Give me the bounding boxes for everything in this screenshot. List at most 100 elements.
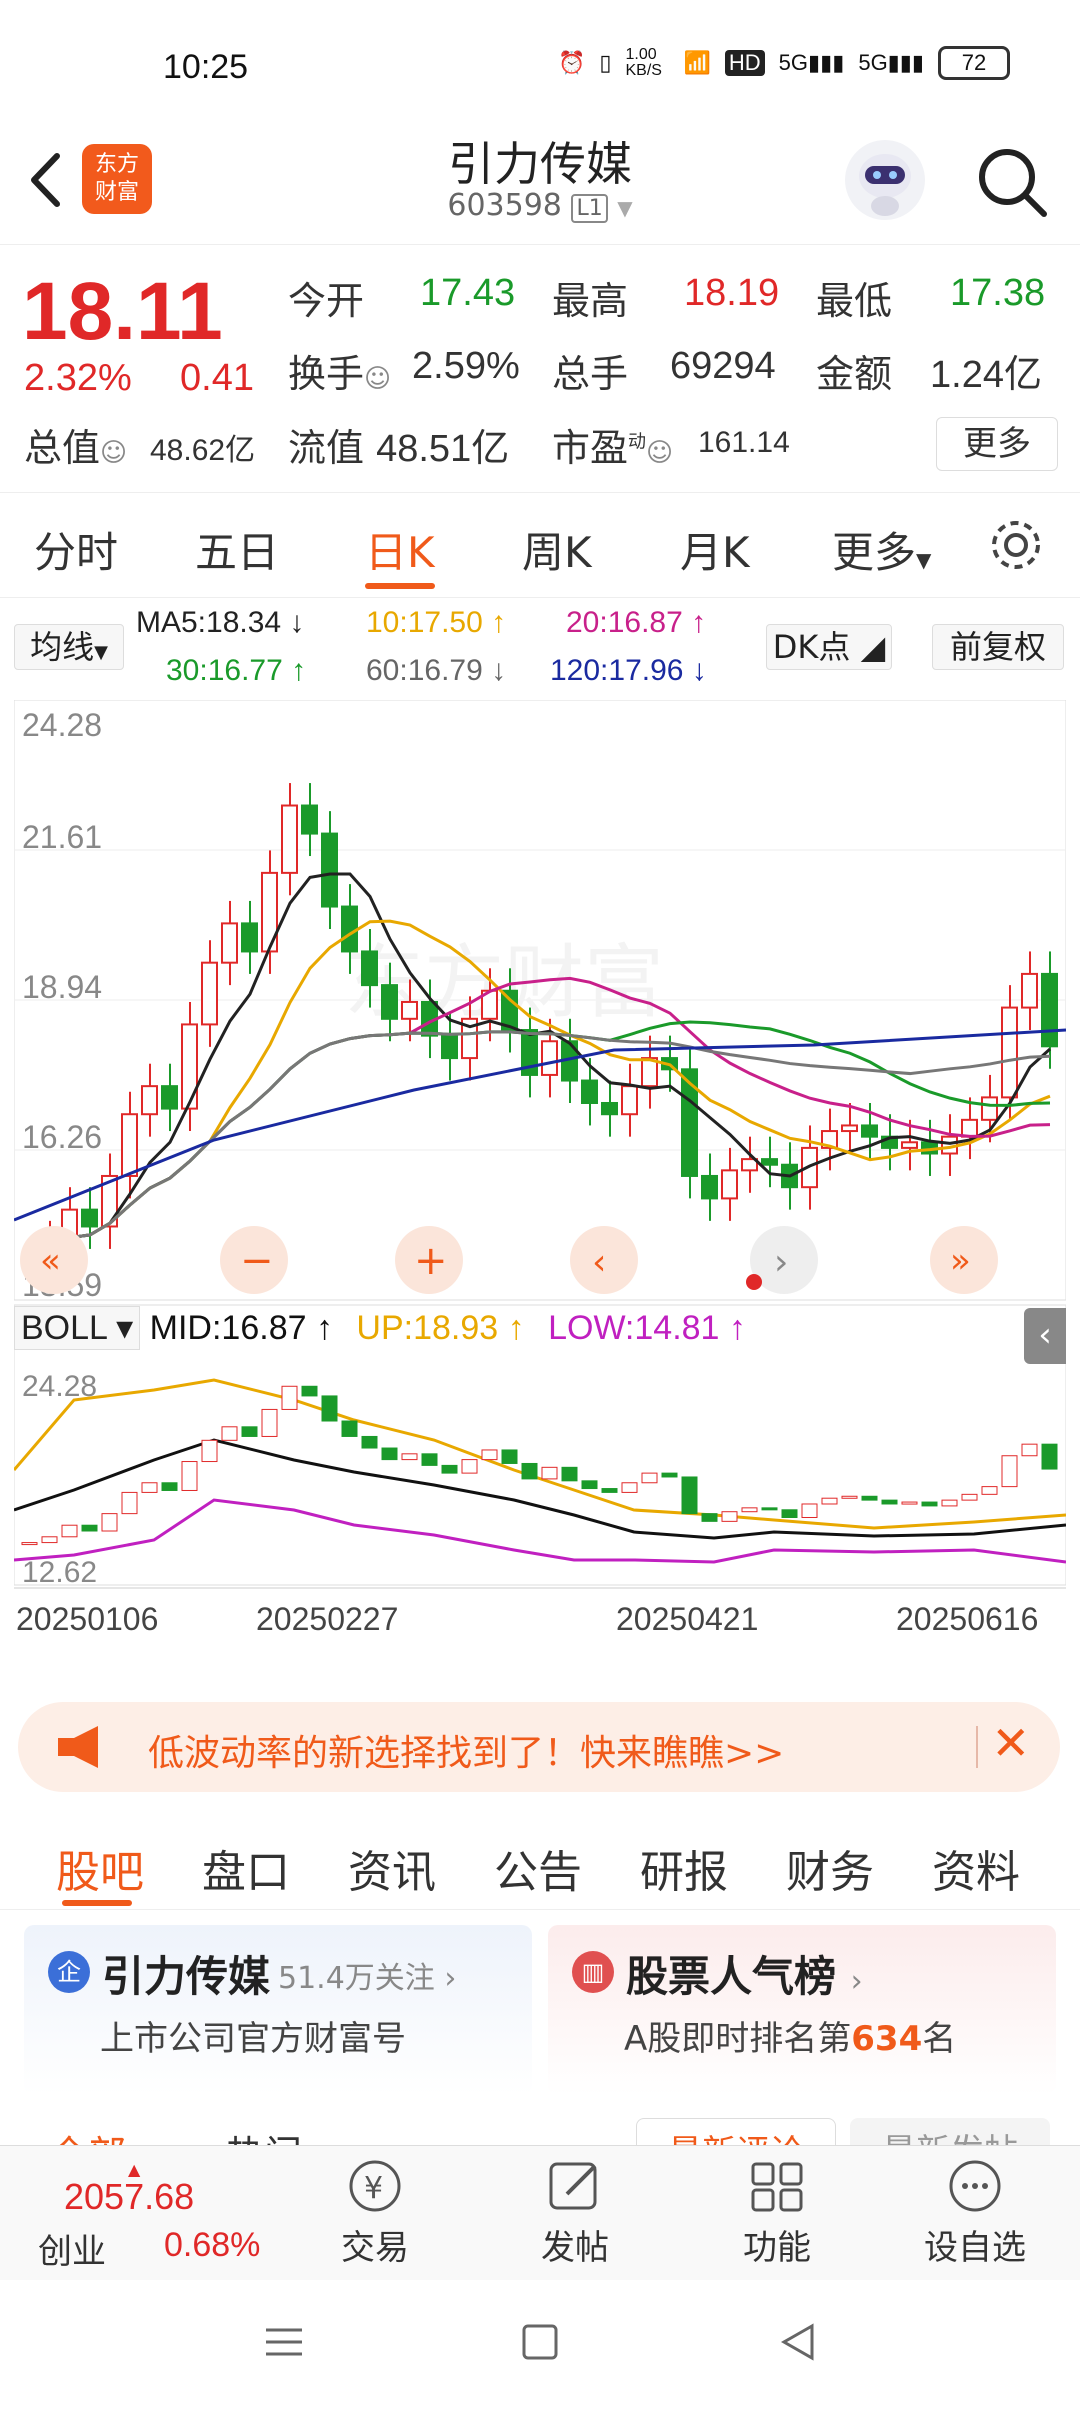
candle — [141, 1085, 158, 1116]
candlestick-chart[interactable]: 24.28 21.61 18.94 16.26 13.59 东方财富 « − +… — [14, 700, 1066, 1675]
boll-candle — [821, 1497, 838, 1505]
candle — [401, 1000, 418, 1020]
indicator-type-select[interactable]: 均线▼ — [14, 624, 124, 670]
more-dots-icon — [949, 2160, 1001, 2212]
turnover-field[interactable]: 换手☺ — [288, 343, 391, 398]
tab-announcements[interactable]: 公告 — [494, 1836, 582, 1900]
promo-banner[interactable]: 低波动率的新选择找到了！快来瞧瞧>> ✕ — [18, 1702, 1060, 1792]
svg-text:¥: ¥ — [364, 2171, 383, 2206]
boll-candle — [341, 1420, 358, 1437]
tab-weekly-k[interactable]: 周K — [522, 519, 592, 580]
company-icon: 企 — [48, 1951, 90, 1993]
boll-candle — [381, 1447, 398, 1461]
last-price: 18.11 — [22, 266, 223, 357]
tab-research[interactable]: 研报 — [640, 1836, 728, 1900]
boll-candle — [981, 1486, 998, 1495]
boll-candle — [961, 1493, 978, 1501]
boll-candle — [41, 1536, 58, 1544]
signal2-icon: 5G▮▮▮ — [858, 50, 924, 75]
index-percent: 0.68% — [164, 2226, 261, 2264]
company-account-title: 引力传媒 — [102, 1952, 271, 2001]
tab-five-day[interactable]: 五日 — [195, 519, 279, 580]
period-tabs: 分时 五日 日K 周K 月K 更多▼ — [0, 493, 1080, 598]
ma5-label: MA5:18.34 ↓ — [136, 606, 305, 639]
home-icon[interactable] — [518, 2320, 562, 2364]
post-button[interactable]: 发帖 — [535, 2156, 615, 2269]
filter-hot[interactable]: 热门 — [226, 2124, 302, 2146]
close-icon[interactable]: ✕ — [991, 1716, 1030, 1770]
boll-candle — [761, 1507, 778, 1511]
candle — [301, 804, 318, 835]
tab-daily-k[interactable]: 日K — [365, 519, 435, 580]
candle — [1021, 972, 1038, 1009]
status-bar: 10:25 ⏰ ▯ 1.00 KB/S 📶 HD 5G▮▮▮ 5G▮▮▮ 72 — [0, 0, 1080, 120]
boll-candle — [561, 1466, 578, 1482]
dk-point-toggle[interactable]: DK点 ◢ — [766, 624, 892, 670]
index-value[interactable]: 2057.68 — [64, 2176, 194, 2218]
boll-candle — [421, 1453, 438, 1466]
boll-candle — [741, 1507, 758, 1513]
pe-field[interactable]: 市盈动☺ — [552, 417, 673, 472]
tab-finance[interactable]: 财务 — [786, 1836, 874, 1900]
double-right-icon: » — [950, 1241, 971, 1281]
boll-candle — [121, 1491, 138, 1515]
float-cap-field: 流值 48.51亿 — [288, 426, 510, 470]
robot-assistant-icon[interactable] — [845, 140, 925, 220]
popularity-rank-card[interactable]: ▥ 股票人气榜 › A股即时排名第634名 — [548, 1925, 1056, 2095]
boll-candle — [281, 1385, 298, 1410]
tab-news[interactable]: 资讯 — [348, 1836, 436, 1900]
rank-title: 股票人气榜 › — [626, 1952, 863, 2001]
more-button[interactable]: 更多 — [936, 417, 1058, 471]
boll-candle — [801, 1503, 818, 1518]
candle — [841, 1124, 858, 1133]
ma60-label: 60:16.79 ↓ — [366, 654, 507, 687]
candle — [1041, 972, 1058, 1048]
company-account-subtitle: 上市公司官方财富号 — [100, 2019, 406, 2059]
candle — [681, 1068, 698, 1177]
rank-chart-icon: ▥ — [572, 1951, 614, 1993]
double-left-icon: « — [40, 1241, 61, 1281]
top-nav: 东方 财富 引力传媒 603598 L1 ▼ — [0, 120, 1080, 245]
sort-latest-post[interactable]: 最新发帖 — [850, 2118, 1050, 2146]
boll-candle — [621, 1482, 638, 1493]
active-tab-underline — [365, 583, 435, 589]
boll-select[interactable]: BOLL ▾ — [14, 1306, 141, 1350]
quote-panel: 18.11 2.32% 0.41 今开 17.43 最高 18.19 最低 17… — [0, 245, 1080, 493]
boll-candle — [841, 1495, 858, 1499]
caret-down-icon: ▼ — [916, 548, 932, 572]
boll-candle — [221, 1426, 238, 1441]
alarm-icon: ⏰ — [557, 50, 586, 75]
menu-icon[interactable] — [262, 2320, 306, 2364]
settings-gear-icon[interactable] — [988, 517, 1044, 573]
tab-intraday[interactable]: 分时 — [34, 519, 118, 580]
trade-button[interactable]: ¥ 交易 — [335, 2156, 415, 2269]
battery-indicator: 72 — [938, 46, 1010, 80]
candle — [541, 1040, 558, 1076]
search-icon[interactable] — [972, 142, 1052, 222]
candle — [961, 1118, 978, 1138]
add-watchlist-button[interactable]: 设自选 — [920, 2156, 1030, 2269]
boll-candle — [781, 1509, 798, 1518]
collapse-panel-button[interactable]: ‹ — [1024, 1308, 1066, 1364]
date-label-1: 20250106 — [16, 1601, 158, 1637]
company-account-card[interactable]: 企 引力传媒 51.4万关注 › 上市公司官方财富号 — [24, 1925, 532, 2095]
function-button[interactable]: 功能 — [737, 2156, 817, 2269]
y-tick-top: 24.28 — [22, 707, 102, 743]
boll-candle — [601, 1488, 618, 1493]
tab-pankou[interactable]: 盘口 — [202, 1836, 290, 1900]
boll-candle — [21, 1542, 38, 1546]
tab-more[interactable]: 更多▼ — [832, 519, 931, 580]
tab-guba[interactable]: 股吧 — [56, 1836, 144, 1900]
boll-candle — [881, 1499, 898, 1505]
tab-profile[interactable]: 资料 — [932, 1836, 1020, 1900]
boll-low: LOW:14.81 ↑ — [548, 1309, 746, 1347]
adjustment-select[interactable]: 前复权 — [932, 624, 1064, 670]
market-cap-field[interactable]: 总值☺ — [24, 417, 127, 472]
tab-monthly-k[interactable]: 月K — [680, 519, 750, 580]
edit-icon — [549, 2162, 597, 2210]
back-nav-icon[interactable] — [776, 2320, 820, 2364]
boll-candle — [441, 1464, 458, 1474]
amount-value: 1.24亿 — [930, 354, 1042, 396]
filter-all[interactable]: 全部 — [50, 2124, 126, 2146]
sort-latest-reply[interactable]: 最新评论 — [636, 2118, 836, 2146]
